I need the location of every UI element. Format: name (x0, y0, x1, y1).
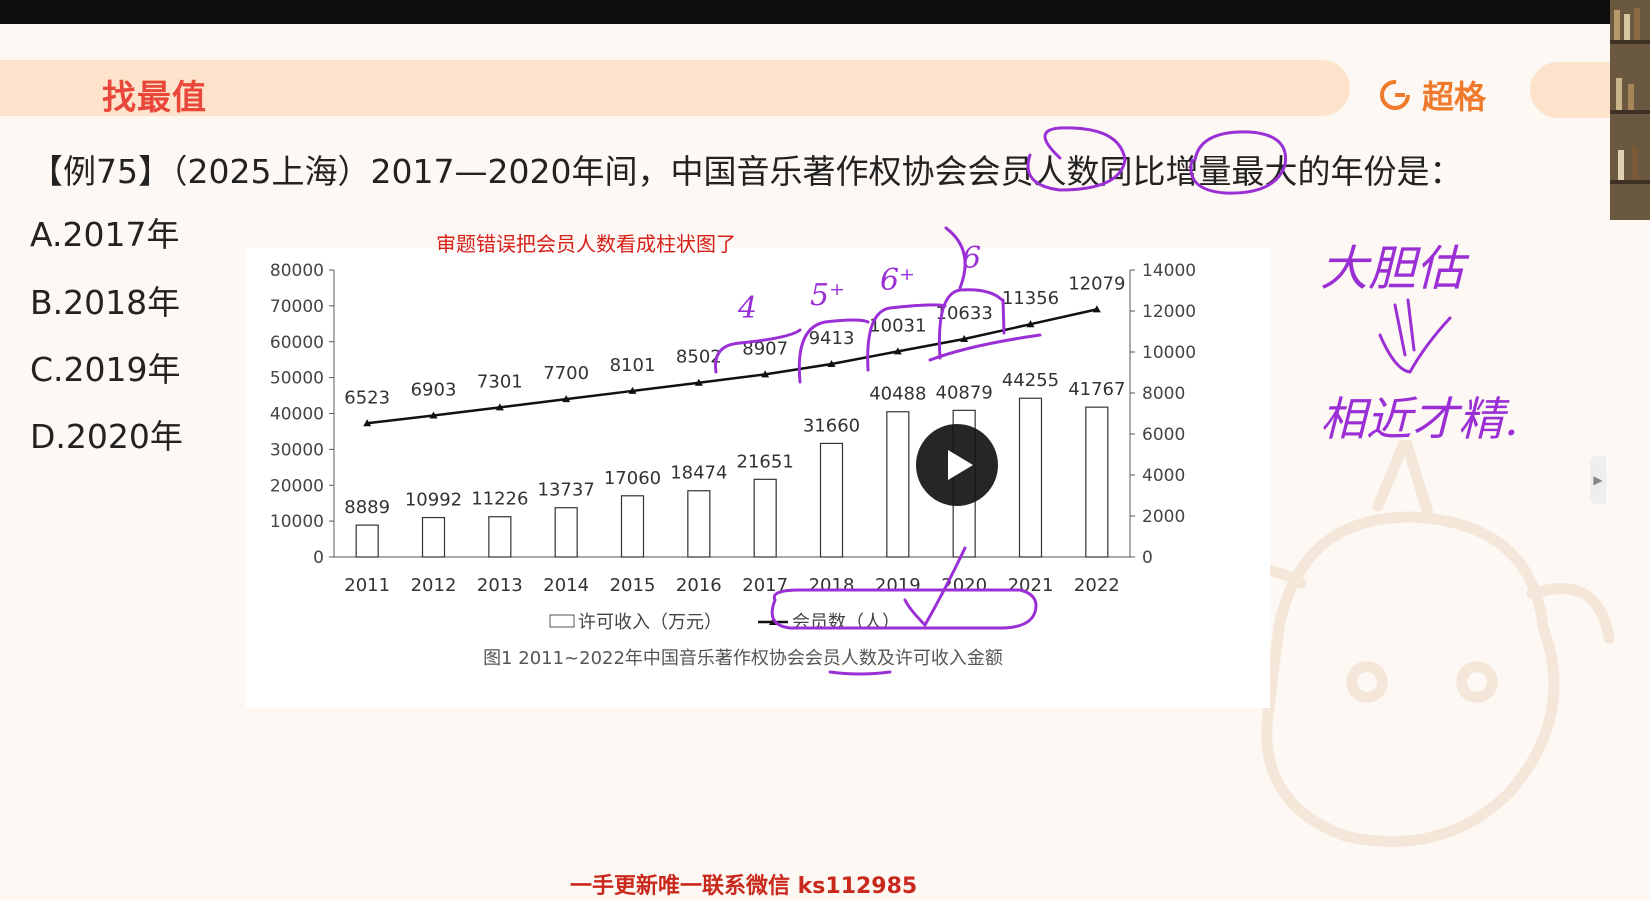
bar (620, 495, 645, 558)
left-axis-tick-label: 10000 (270, 512, 324, 532)
bar-value-label: 11226 (471, 489, 528, 510)
legend-bar-swatch (549, 614, 575, 628)
combo-chart: 0100002000030000400005000060000700008000… (270, 261, 1196, 669)
left-axis-tick-label: 70000 (270, 297, 324, 317)
line-value-label: 9413 (809, 328, 855, 349)
line-value-label: 11356 (1002, 288, 1059, 309)
slide-title: 找最值 (102, 78, 207, 118)
line-value-label: 7301 (477, 371, 523, 392)
question-text: 【例75】（2025上海）2017—2020年间，中国音乐著作权协会会员人数同比… (30, 152, 1463, 191)
left-axis-tick-label: 20000 (270, 476, 324, 496)
webcam-thumbnail (1610, 0, 1650, 220)
watermark-text: 一手更新唯一联系微信 ks112985 (570, 874, 918, 899)
right-axis-tick-label: 14000 (1142, 261, 1196, 281)
x-tick-label: 2015 (610, 575, 656, 596)
legend-bar-label: 许可收入（万元） (578, 612, 722, 633)
line-value-label: 8907 (742, 338, 788, 359)
play-button[interactable] (916, 424, 998, 506)
bar (819, 442, 844, 558)
bar (1018, 397, 1043, 558)
side-panel-toggle[interactable]: ▶ (1590, 456, 1606, 504)
legend-line-label: 会员数（人） (792, 612, 900, 633)
right-axis-tick-label: 6000 (1142, 425, 1185, 445)
annotation-note: 审题错误把会员人数看成柱状图了 (436, 232, 736, 256)
brand-name: 超格 (1422, 78, 1487, 116)
bar-value-label: 41767 (1068, 379, 1125, 400)
bar-value-label: 18474 (670, 463, 727, 484)
bar-value-label: 31660 (803, 415, 860, 436)
line-value-label: 6523 (344, 387, 390, 408)
bar-value-label: 44255 (1002, 370, 1059, 391)
left-axis-tick-label: 30000 (270, 440, 324, 460)
x-tick-label: 2022 (1074, 575, 1120, 596)
left-axis-tick-label: 80000 (270, 261, 324, 281)
bar (753, 478, 777, 558)
chart-panel: 0 10000 20000 30000 40000 50000 60000 70000 8000… (246, 248, 1270, 708)
bar (1085, 406, 1109, 558)
bar (488, 516, 512, 558)
brand-logo-icon (1380, 80, 1410, 110)
bar (554, 507, 578, 558)
x-tick-label: 2019 (875, 575, 921, 596)
x-tick-label: 2020 (941, 575, 987, 596)
bar (886, 411, 910, 558)
option-a: A.2017年 (30, 215, 180, 254)
bar-value-label: 21651 (737, 451, 794, 472)
bar-value-label: 40488 (869, 384, 926, 405)
x-tick-label: 2017 (742, 575, 788, 596)
x-tick-label: 2013 (477, 575, 523, 596)
left-axis-tick-label: 60000 (270, 333, 324, 353)
chart-caption: 图1 2011~2022年中国音乐著作权协会会员人数及许可收入金额 (483, 648, 1003, 669)
bar-value-label: 13737 (538, 480, 595, 501)
x-tick-label: 2012 (411, 575, 457, 596)
left-axis-tick-label: 50000 (270, 369, 324, 389)
line-value-label: 8101 (610, 355, 656, 376)
chevron-right-icon: ▶ (1593, 473, 1603, 487)
left-axis-tick-label: 40000 (270, 405, 324, 425)
line-value-label: 6903 (411, 379, 457, 400)
right-axis-tick-label: 4000 (1142, 466, 1185, 486)
bar (421, 516, 446, 558)
right-axis-tick-label: 8000 (1142, 384, 1185, 404)
right-axis-tick-label: 2000 (1142, 507, 1185, 527)
line-value-label: 8502 (676, 347, 722, 368)
option-d: D.2020年 (30, 417, 183, 456)
x-tick-label: 2021 (1008, 575, 1054, 596)
x-tick-label: 2018 (809, 575, 855, 596)
option-b: B.2018年 (30, 283, 181, 322)
x-tick-label: 2014 (543, 575, 589, 596)
line-value-label: 10633 (936, 303, 993, 324)
line-value-label: 12079 (1068, 273, 1125, 294)
x-tick-label: 2011 (344, 575, 390, 596)
bar (687, 490, 711, 558)
right-axis-tick-label: 10000 (1142, 343, 1196, 363)
bar-value-label: 40879 (936, 382, 993, 403)
bar (355, 524, 379, 558)
play-icon (948, 450, 973, 480)
x-tick-label: 2016 (676, 575, 722, 596)
line-value-label: 10031 (869, 315, 926, 336)
right-axis-tick-label: 12000 (1142, 302, 1196, 322)
bar-value-label: 10992 (405, 490, 462, 511)
top-bar (0, 0, 1650, 24)
line-value-label: 7700 (543, 363, 589, 384)
right-axis-tick-label: 0 (1142, 548, 1153, 568)
member-line (367, 308, 1098, 425)
left-axis-tick-label: 0 (313, 548, 324, 568)
bar-value-label: 8889 (344, 497, 390, 518)
option-c: C.2019年 (30, 350, 181, 389)
brand: 超格 (1378, 72, 1486, 118)
bar-value-label: 17060 (604, 468, 661, 489)
